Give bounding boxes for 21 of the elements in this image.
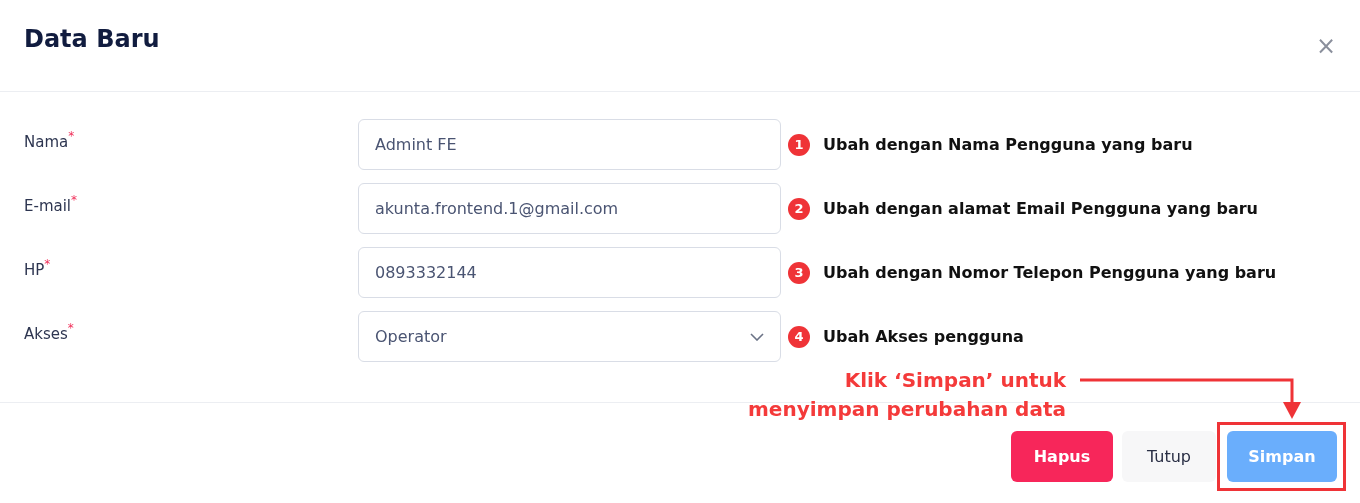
step-instruction: Ubah Akses pengguna	[823, 327, 1024, 346]
dropdown-field[interactable]: Operator	[358, 311, 781, 362]
step-badge: 1	[788, 133, 810, 156]
field-label: E-mail$^{*}$	[24, 197, 79, 215]
step-badge: 3	[788, 261, 810, 284]
action-button[interactable]: Hapus	[1011, 431, 1113, 482]
step-instruction: Ubah dengan Nama Pengguna yang baru	[823, 135, 1193, 154]
step-instruction: Ubah dengan alamat Email Pengguna yang baru	[823, 199, 1258, 218]
chevron-down-icon	[750, 332, 764, 341]
text-field[interactable]: Admint FE	[358, 119, 781, 170]
step-instruction: Ubah dengan Nomor Telepon Pengguna yang baru	[823, 263, 1277, 282]
field-label: HP$^{*}$	[24, 261, 52, 279]
dialog-title: Data Baru	[24, 24, 160, 53]
step-badge: 4	[788, 325, 810, 348]
field-label: Akses$^{*}$	[24, 325, 75, 343]
step-badge: 2	[788, 197, 810, 220]
text-field[interactable]: 0893332144	[358, 247, 781, 298]
action-button[interactable]: Tutup	[1122, 431, 1216, 482]
field-label: Nama$^{*}$	[24, 133, 76, 151]
annotation-text: Klik ‘Simpan’ untuk menyimpan perubahan data	[748, 367, 1066, 423]
text-field[interactable]: akunta.frontend.1@gmail.com	[358, 183, 781, 234]
